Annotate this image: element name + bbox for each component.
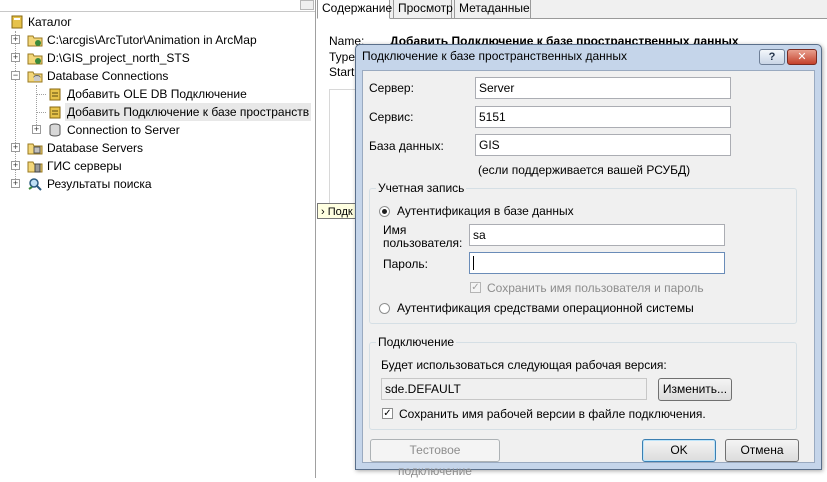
add-connection-icon	[49, 106, 61, 119]
expand-icon[interactable]: +	[32, 125, 41, 134]
tree-item-arctutor[interactable]: + C:\arcgis\ArcTutor\Animation in ArcMap	[0, 31, 315, 49]
tree-label: Database Connections	[47, 69, 169, 83]
save-version-checkbox[interactable]: ✓	[382, 408, 393, 419]
tree-root-catalog[interactable]: Каталог	[0, 13, 315, 31]
tree-item-add-ole-db[interactable]: Добавить OLE DB Подключение	[0, 85, 315, 103]
test-connection-button[interactable]: Тестовое подключение	[370, 439, 500, 478]
collapse-icon[interactable]: −	[11, 71, 20, 80]
os-auth-radio[interactable]	[379, 303, 390, 314]
expand-icon[interactable]: +	[11, 161, 20, 170]
tree-label: Добавить Подключение к базе пространств	[65, 103, 312, 121]
tree-item-gis-project[interactable]: + D:\GIS_project_north_STS	[0, 49, 315, 67]
scroll-down-arrow[interactable]	[300, 0, 314, 10]
tooltip-fragment: › Подк	[317, 203, 357, 219]
tree-item-search-results[interactable]: + Результаты поиска	[0, 175, 315, 193]
help-button[interactable]: ?	[759, 49, 785, 65]
tree-scrollbar[interactable]	[0, 0, 315, 12]
tree-connector	[37, 112, 46, 113]
server-label: Сервер:	[369, 81, 414, 95]
tree-label: D:\GIS_project_north_STS	[47, 51, 190, 65]
service-input[interactable]: 5151	[475, 106, 731, 128]
cancel-button[interactable]: Отмена	[725, 439, 799, 462]
account-group: Учетная запись Аутентификация в базе дан…	[369, 181, 797, 324]
database-folder-icon	[27, 71, 43, 83]
service-label: Сервис:	[369, 110, 414, 124]
folder-connection-icon	[27, 53, 43, 65]
save-credentials-label: Сохранить имя пользователя и пароль	[487, 281, 704, 295]
tree-label: Результаты поиска	[47, 177, 152, 191]
folder-connection-icon	[27, 35, 43, 47]
tree-label: Database Servers	[47, 141, 144, 155]
os-auth-label[interactable]: Аутентификация средствами операционной с…	[397, 301, 694, 315]
save-version-label[interactable]: Сохранить имя рабочей версии в файле под…	[399, 407, 706, 421]
search-results-icon	[28, 178, 42, 191]
spatial-connection-dialog: Подключение к базе пространственных данн…	[355, 44, 822, 478]
tab-metadata[interactable]: Метаданные	[454, 0, 531, 19]
version-field: sde.DEFAULT	[381, 378, 647, 400]
account-group-title: Учетная запись	[376, 181, 467, 195]
tree-label: Добавить OLE DB Подключение	[67, 87, 247, 101]
dialog-body: Сервер: Server Сервис: 5151 База данных:…	[362, 70, 815, 478]
connection-group-title: Подключение	[376, 335, 457, 349]
close-button[interactable]: ✕	[787, 49, 817, 65]
expand-icon[interactable]: +	[11, 35, 20, 44]
catalog-icon	[11, 15, 23, 29]
tree-label: Каталог	[28, 15, 72, 29]
tree-item-database-servers[interactable]: + Database Servers	[0, 139, 315, 157]
tree-label: Connection to Server	[67, 123, 180, 137]
tree-item-connection-to-server[interactable]: + Connection to Server	[0, 121, 315, 139]
username-label: Имя	[383, 223, 407, 237]
start-key: Start	[329, 65, 355, 79]
password-input[interactable]	[469, 252, 725, 274]
database-input[interactable]: GIS	[475, 134, 731, 156]
database-hint: (если поддерживается вашей РСУБД)	[478, 163, 691, 177]
tree-item-database-connections[interactable]: − Database Connections	[0, 67, 315, 85]
ok-button[interactable]: OK	[642, 439, 716, 462]
tree-connector	[37, 94, 46, 95]
database-connection-icon	[49, 123, 61, 137]
password-label: Пароль:	[383, 257, 428, 271]
tab-contents[interactable]: Содержание	[317, 0, 392, 19]
db-auth-radio[interactable]	[379, 206, 390, 217]
change-version-button[interactable]: Изменить...	[658, 378, 732, 401]
server-input[interactable]: Server	[475, 77, 731, 99]
expand-icon[interactable]: +	[11, 179, 20, 188]
database-servers-icon	[27, 143, 43, 155]
tree-label: C:\arcgis\ArcTutor\Animation in ArcMap	[47, 33, 257, 47]
tree-item-add-spatial-connection[interactable]: Добавить Подключение к базе пространств	[0, 103, 315, 121]
connection-group: Подключение Будет использоваться следующ…	[369, 335, 797, 430]
db-auth-label[interactable]: Аутентификация в базе данных	[397, 204, 574, 218]
save-credentials-checkbox[interactable]: ✓	[470, 282, 481, 293]
expand-icon[interactable]: +	[11, 53, 20, 62]
tree-label: ГИС серверы	[47, 159, 122, 173]
version-hint: Будет использоваться следующая рабочая в…	[381, 358, 667, 372]
gis-servers-icon	[27, 161, 43, 173]
username-label-line2: пользователя:	[383, 236, 463, 250]
username-input[interactable]: sa	[469, 224, 725, 246]
database-label: База данных:	[369, 139, 444, 153]
tab-preview[interactable]: Просмотр	[393, 0, 453, 19]
expand-icon[interactable]: +	[11, 143, 20, 152]
catalog-tree[interactable]: Каталог + C:\arcgis\ArcTutor\Animation i…	[0, 0, 316, 478]
type-key: Type	[329, 50, 356, 64]
dialog-title: Подключение к базе пространственных данн…	[362, 49, 628, 63]
text-caret	[473, 256, 474, 270]
tree-item-gis-servers[interactable]: + ГИС серверы	[0, 157, 315, 175]
add-connection-icon	[49, 88, 61, 101]
